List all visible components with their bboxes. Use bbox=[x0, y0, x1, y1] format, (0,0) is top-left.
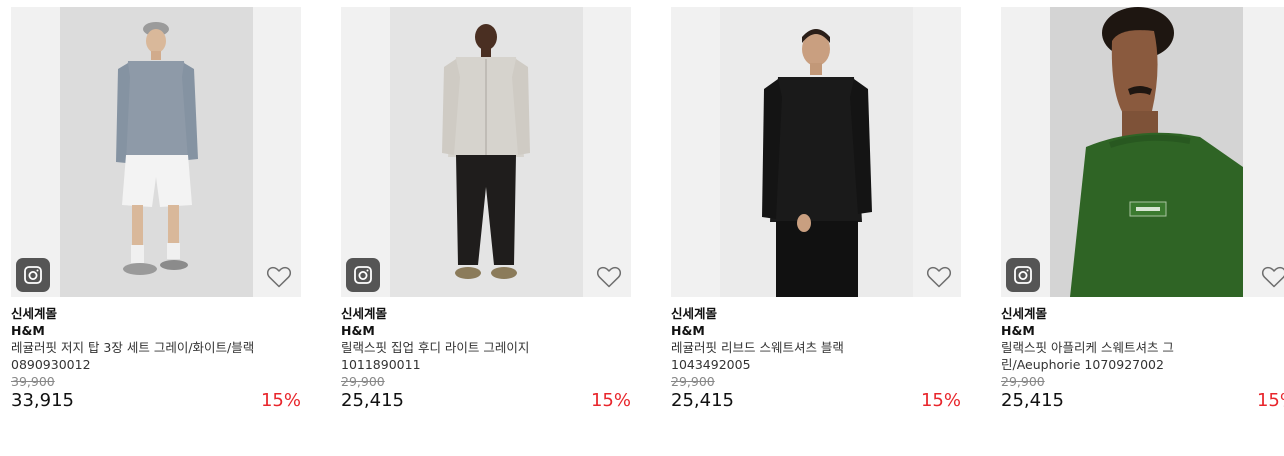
discount-rate: 15% bbox=[260, 390, 301, 411]
camera-search-button[interactable] bbox=[16, 258, 50, 292]
product-name[interactable]: 레귤러핏 리브드 스웨트셔츠 블랙 bbox=[671, 339, 961, 356]
product-photo[interactable] bbox=[1050, 7, 1243, 297]
heart-icon bbox=[266, 266, 292, 288]
brand-name[interactable]: H&M bbox=[341, 322, 631, 339]
camera-search-button[interactable] bbox=[1006, 258, 1040, 292]
product-name[interactable]: 릴랙스핏 아플리케 스웨트셔츠 그 bbox=[1001, 339, 1284, 356]
product-card[interactable]: 신세계몰 H&M 릴랙스핏 아플리케 스웨트셔츠 그 린/Aeuphorie 1… bbox=[1001, 7, 1284, 413]
wishlist-button[interactable] bbox=[266, 265, 292, 289]
sale-price: 33,915 bbox=[11, 390, 74, 411]
seller-name: 신세계몰 bbox=[671, 306, 718, 321]
wishlist-button[interactable] bbox=[926, 265, 952, 289]
product-image-container[interactable] bbox=[671, 7, 961, 297]
product-code: 1043492005 bbox=[671, 357, 751, 372]
product-image-container[interactable] bbox=[11, 7, 301, 297]
original-price: 29,900 bbox=[1001, 374, 1045, 389]
wishlist-button[interactable] bbox=[1261, 265, 1284, 289]
original-price: 29,900 bbox=[671, 374, 715, 389]
product-code: 0890930012 bbox=[11, 357, 91, 372]
camera-icon bbox=[354, 266, 372, 284]
camera-icon bbox=[1014, 266, 1032, 284]
product-photo[interactable] bbox=[60, 7, 253, 297]
original-price: 39,900 bbox=[11, 374, 55, 389]
product-image-container[interactable] bbox=[341, 7, 631, 297]
product-card[interactable]: 신세계몰 H&M 레귤러핏 저지 탑 3장 세트 그레이/화이트/블랙 0890… bbox=[11, 7, 301, 413]
sale-price: 25,415 bbox=[671, 390, 734, 411]
price-line: 25,415 15% bbox=[671, 389, 961, 413]
discount-rate: 15% bbox=[920, 390, 961, 411]
camera-icon bbox=[24, 266, 42, 284]
brand-name[interactable]: H&M bbox=[11, 322, 301, 339]
sale-price: 25,415 bbox=[1001, 390, 1064, 411]
seller-name: 신세계몰 bbox=[11, 306, 58, 321]
brand-name[interactable]: H&M bbox=[671, 322, 961, 339]
product-code: 린/Aeuphorie 1070927002 bbox=[1001, 357, 1164, 372]
brand-name[interactable]: H&M bbox=[1001, 322, 1284, 339]
product-card[interactable]: 신세계몰 H&M 릴랙스핏 집업 후디 라이트 그레이지 1011890011 … bbox=[341, 7, 631, 413]
wishlist-button[interactable] bbox=[596, 265, 622, 289]
discount-rate: 15% bbox=[590, 390, 631, 411]
product-photo[interactable] bbox=[720, 7, 913, 297]
seller-name: 신세계몰 bbox=[1001, 306, 1048, 321]
camera-search-button[interactable] bbox=[346, 258, 380, 292]
product-card[interactable]: 신세계몰 H&M 레귤러핏 리브드 스웨트셔츠 블랙 1043492005 29… bbox=[671, 7, 961, 413]
product-info: 신세계몰 H&M 릴랙스핏 집업 후디 라이트 그레이지 1011890011 … bbox=[341, 297, 631, 413]
product-info: 신세계몰 H&M 릴랙스핏 아플리케 스웨트셔츠 그 린/Aeuphorie 1… bbox=[1001, 297, 1284, 413]
sale-price: 25,415 bbox=[341, 390, 404, 411]
product-info: 신세계몰 H&M 레귤러핏 리브드 스웨트셔츠 블랙 1043492005 29… bbox=[671, 297, 961, 413]
product-name[interactable]: 릴랙스핏 집업 후디 라이트 그레이지 bbox=[341, 339, 631, 356]
discount-rate: 15% bbox=[1256, 390, 1284, 411]
product-name[interactable]: 레귤러핏 저지 탑 3장 세트 그레이/화이트/블랙 bbox=[11, 339, 301, 356]
heart-icon bbox=[1261, 266, 1284, 288]
product-photo[interactable] bbox=[390, 7, 583, 297]
product-info: 신세계몰 H&M 레귤러핏 저지 탑 3장 세트 그레이/화이트/블랙 0890… bbox=[11, 297, 301, 413]
price-line: 33,915 15% bbox=[11, 389, 301, 413]
heart-icon bbox=[596, 266, 622, 288]
product-grid: 신세계몰 H&M 레귤러핏 저지 탑 3장 세트 그레이/화이트/블랙 0890… bbox=[0, 0, 1284, 456]
product-code: 1011890011 bbox=[341, 357, 421, 372]
original-price: 29,900 bbox=[341, 374, 385, 389]
seller-name: 신세계몰 bbox=[341, 306, 388, 321]
heart-icon bbox=[926, 266, 952, 288]
product-image-container[interactable] bbox=[1001, 7, 1284, 297]
price-line: 25,415 15% bbox=[341, 389, 631, 413]
price-line: 25,415 15% bbox=[1001, 389, 1284, 413]
